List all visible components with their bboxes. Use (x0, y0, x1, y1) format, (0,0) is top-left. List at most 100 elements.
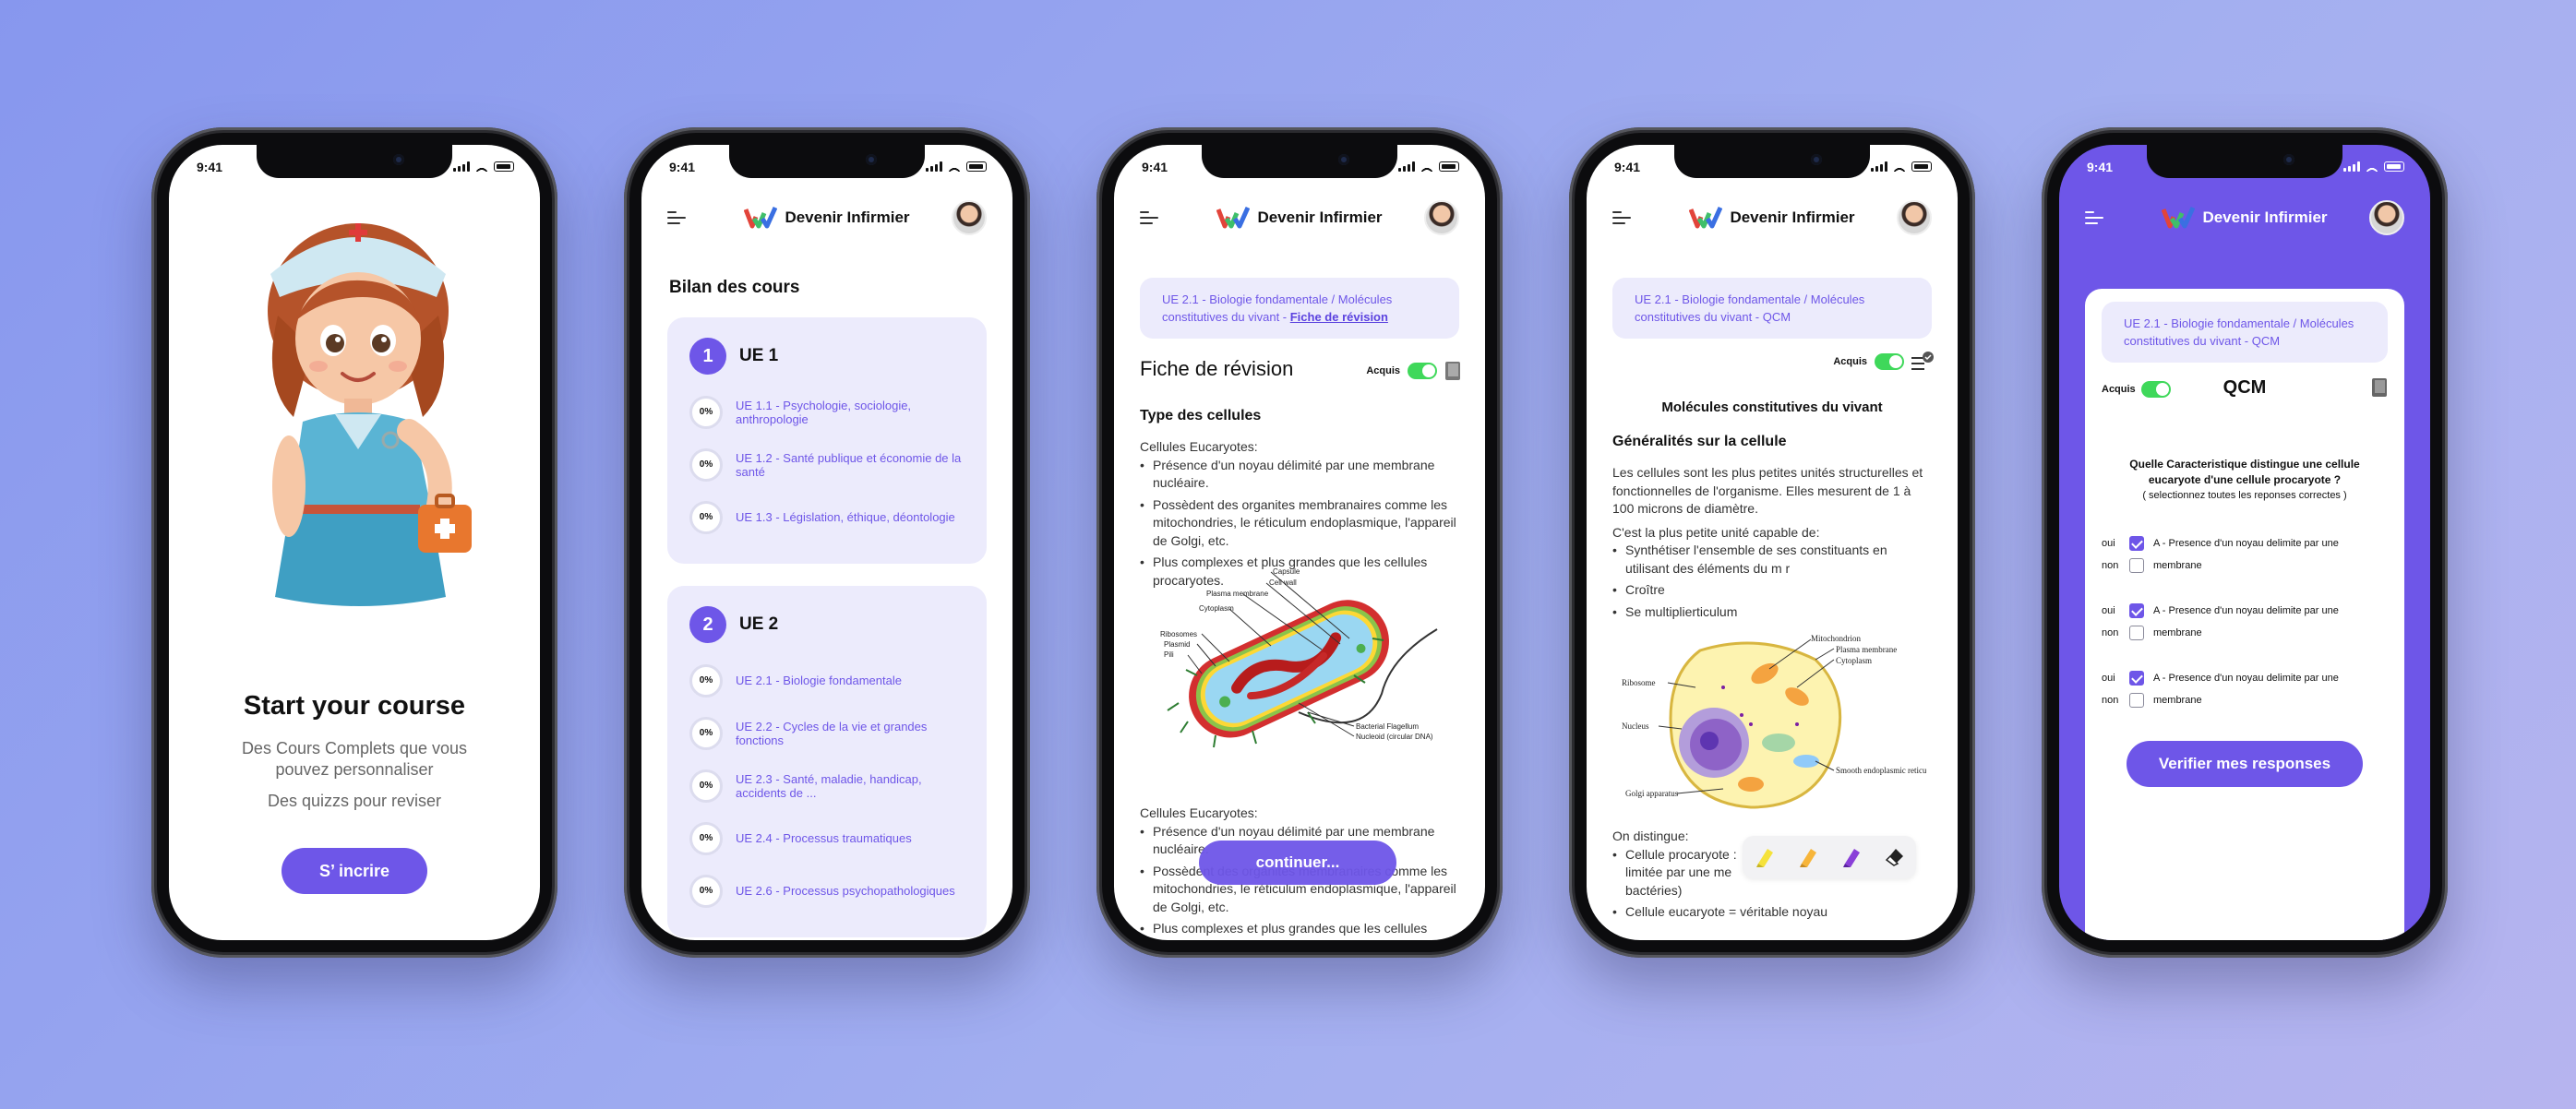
status-bar: 9:41 (641, 158, 1012, 180)
progress-badge: 0% (689, 821, 723, 855)
course-label: UE 2.1 - Biologie fondamentale (736, 674, 902, 687)
highlighter-orange-icon[interactable] (1796, 845, 1820, 869)
book-icon[interactable] (2371, 377, 2388, 398)
non-checkbox[interactable] (2129, 693, 2144, 708)
answer-text: membrane (2153, 627, 2202, 638)
signal-icon (1871, 161, 1887, 172)
progress-badge: 0% (689, 769, 723, 803)
wifi-icon (2366, 161, 2378, 172)
oui-checkbox[interactable] (2129, 671, 2144, 686)
checklist-icon[interactable] (1911, 352, 1934, 372)
app-name: Devenir Infirmier (1730, 209, 1855, 226)
diagram-label: Plasma membrane (1836, 645, 1897, 654)
logo-icon (744, 206, 778, 229)
eraser-icon[interactable] (1883, 845, 1907, 869)
page-title: Fiche de révision (1140, 357, 1294, 380)
status-bar: 9:41 (1114, 158, 1485, 180)
course-item[interactable]: 0% UE 1.1 - Psychologie, sociologie, anth… (689, 386, 965, 438)
course-item[interactable]: 0% UE 2.2 - Cycles de la vie et grandes f… (689, 707, 965, 759)
non-label: non (2102, 560, 2119, 571)
avatar[interactable] (2369, 200, 2404, 235)
phone-qcm: 9:41 Devenir Infirmier UE 2.1 - Biologie… (2042, 127, 2448, 958)
paragraph: Les cellules sont les plus petites unité… (1612, 465, 1923, 516)
diagram-label: Plasma membrane (1206, 590, 1269, 598)
non-checkbox[interactable] (2129, 626, 2144, 640)
book-icon[interactable] (1444, 361, 1461, 381)
course-label: UE 2.6 - Processus psychopathologiques (736, 884, 955, 898)
verify-button[interactable]: Verifier mes responses (2127, 741, 2363, 787)
ue2-title: UE 2 (739, 614, 779, 634)
status-time: 9:41 (2087, 160, 2114, 174)
status-bar: 9:41 (169, 158, 540, 180)
app-bar: Devenir Infirmier (1587, 197, 1958, 241)
answer-text: membrane (2153, 560, 2202, 571)
avatar[interactable] (952, 200, 987, 235)
oui-checkbox[interactable] (2129, 536, 2144, 551)
oui-label: oui (2102, 605, 2115, 616)
breadcrumb: UE 2.1 - Biologie fondamentale / Molécul… (1612, 278, 1932, 339)
question-hint: ( selectionnez toutes les reponses corre… (2142, 490, 2347, 501)
bullet-item: Cellule procaryote : limitée par une me … (1612, 846, 1751, 900)
signup-button[interactable]: S’ incrire (282, 848, 427, 894)
logo-icon (2162, 206, 2196, 229)
app-name: Devenir Infirmier (785, 209, 910, 226)
screen: 9:41 Devenir Infirmier Bilan des cours 1… (641, 145, 1012, 940)
progress-badge: 0% (689, 447, 723, 482)
answer-option: oui A - Presence d'un noyau delimite par … (2102, 532, 2397, 577)
non-checkbox[interactable] (2129, 558, 2144, 573)
non-label: non (2102, 695, 2119, 706)
course-label: UE 1.1 - Psychologie, sociologie, anthro… (736, 398, 912, 426)
battery-icon (1439, 161, 1459, 172)
course-label: UE 2.3 - Santé, maladie, handicap, accid… (736, 771, 922, 800)
phone-notes: 9:41 Devenir Infirmier UE 2.1 - Biologie… (1569, 127, 1975, 958)
course-item[interactable]: 0% UE 1.2 - Santé publique et économie de… (689, 438, 965, 491)
course-label: UE 1.3 - Législation, éthique, déontolog… (736, 510, 955, 524)
bullet-item: Plus complexes et plus grandes que les c… (1140, 920, 1461, 938)
highlighter-purple-icon[interactable] (1839, 845, 1863, 869)
battery-icon (966, 161, 987, 172)
subheading: Cellules Eucaryotes: (1140, 805, 1258, 820)
breadcrumb: UE 2.1 - Biologie fondamentale / Molécul… (2102, 302, 2388, 363)
avatar[interactable] (1424, 200, 1459, 235)
section-body: Les cellules sont les plus petites unité… (1612, 464, 1934, 625)
bullet-item: Présence d'un noyau délimité par une mem… (1140, 457, 1461, 493)
breadcrumb-link[interactable]: Fiche de révision (1290, 310, 1388, 324)
course-item[interactable]: 0% UE 1.3 - Législation, éthique, déontol… (689, 491, 965, 543)
app-name: Devenir Infirmier (1257, 209, 1383, 226)
battery-icon (494, 161, 514, 172)
course-item[interactable]: 0% UE 2.1 - Biologie fondamentale (689, 654, 965, 707)
diagram-label: Ribosomes (1160, 630, 1197, 638)
course-item[interactable]: 0% UE 2.3 - Santé, maladie, handicap, acc… (689, 759, 965, 812)
diagram-label: Cell wall (1269, 578, 1297, 587)
answer-text: A - Presence d'un noyau delimite par une (2153, 673, 2339, 684)
battery-icon (2384, 161, 2404, 172)
avatar[interactable] (1897, 200, 1932, 235)
progress-badge: 0% (689, 395, 723, 429)
oui-checkbox[interactable] (2129, 603, 2144, 618)
acquis-toggle[interactable] (1408, 363, 1437, 379)
diagram-label: Cytoplasm (1836, 656, 1872, 665)
course-label: UE 1.2 - Santé publique et économie de l… (736, 450, 962, 479)
ue1-number: 1 (689, 338, 726, 375)
answer-option: oui A - Presence d'un noyau delimite par … (2102, 667, 2397, 711)
subheading: Cellules Eucaryotes: (1140, 439, 1258, 454)
diagram-label: Mitochondrion (1811, 634, 1861, 643)
course-item[interactable]: 0% UE 2.4 - Processus traumatiques (689, 812, 965, 865)
ue1-card: 1 UE 1 0% UE 1.1 - Psychologie, sociologie… (667, 317, 987, 564)
oui-label: oui (2102, 673, 2115, 684)
course-item[interactable]: 0% UE 2.6 - Processus psychopathologiques (689, 865, 965, 917)
diagram-label: Pili (1164, 650, 1174, 659)
ue1-title: UE 1 (739, 346, 779, 365)
acquis-toggle[interactable] (1875, 353, 1904, 370)
screen: 9:41 Devenir Infirmier UE 2.1 - Biologie… (1587, 145, 1958, 940)
status-time: 9:41 (1614, 160, 1641, 174)
screen: 9:41 Devenir Infirmier UE 2.1 - Biologie… (1114, 145, 1485, 940)
course-label: UE 2.2 - Cycles de la vie et grandes fon… (736, 719, 928, 747)
answer-text: A - Presence d'un noyau delimite par une (2153, 538, 2339, 549)
diagram-label: Nucleus (1622, 721, 1649, 731)
heading: Molécules constitutives du vivant (1661, 399, 1883, 415)
section-title: Type des cellules (1140, 408, 1262, 423)
highlighter-yellow-icon[interactable] (1753, 845, 1777, 869)
continue-button[interactable]: continuer... (1199, 841, 1396, 885)
screen: 9:41 Devenir Infirmier UE 2.1 - Biologie… (2059, 145, 2430, 940)
